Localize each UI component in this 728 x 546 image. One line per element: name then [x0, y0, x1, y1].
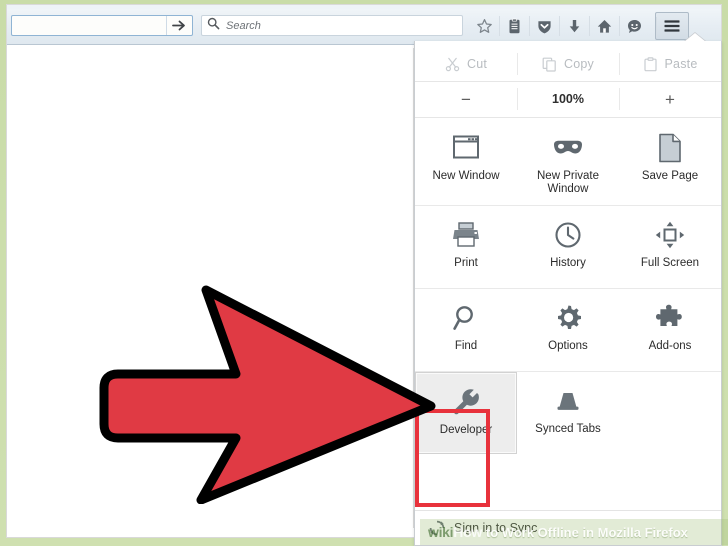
bookmark-star-icon [476, 18, 493, 35]
wrench-icon [452, 385, 480, 419]
puzzle-icon [655, 301, 685, 335]
menu-tile-label: New Window [432, 170, 500, 182]
menu-tile-print[interactable]: Print [415, 206, 517, 288]
menu-tile-full-screen[interactable]: Full Screen [619, 206, 721, 288]
paste-label: Paste [664, 57, 698, 71]
new-window-icon [451, 131, 481, 165]
screenshot-root: Search Cut Copy Paste − 100% + New Windo… [0, 0, 728, 546]
downloads-button[interactable] [559, 12, 589, 40]
hello-icon [626, 18, 643, 35]
edit-controls-row: Cut Copy Paste [415, 47, 721, 82]
page-icon [657, 131, 683, 165]
menu-tile-add-ons[interactable]: Add-ons [619, 289, 721, 371]
menu-tile-label: Add-ons [648, 340, 692, 352]
menu-tile-label: History [550, 257, 586, 269]
menu-tile-new-private-window[interactable]: New Private Window [517, 119, 619, 205]
copy-button[interactable]: Copy [517, 49, 619, 79]
menu-tile-label: New Private Window [537, 170, 599, 195]
menu-tile-save-page[interactable]: Save Page [619, 119, 721, 205]
menu-grid-row: Find Options Add-ons [415, 289, 721, 371]
downloads-icon [566, 18, 583, 35]
fullscreen-icon [655, 218, 685, 252]
zoom-controls-row: − 100% + [415, 81, 721, 118]
search-icon [207, 17, 220, 35]
pocket-button[interactable] [529, 12, 559, 40]
zoom-out-button[interactable]: − [415, 83, 517, 115]
menu-grid-row: New Window New Private Window Save Page [415, 119, 721, 205]
bookmark-star-button[interactable] [469, 12, 499, 40]
menu-tile-label: Print [454, 257, 478, 269]
reading-list-icon [506, 18, 523, 35]
menu-tile-label: Full Screen [640, 257, 700, 269]
menu-tile-synced-tabs[interactable]: Synced Tabs [517, 372, 619, 454]
menu-grid-row: Developer Synced Tabs [415, 372, 721, 454]
firefox-menu-panel: Cut Copy Paste − 100% + New Window New P… [414, 41, 722, 546]
go-button[interactable] [166, 16, 192, 35]
scissors-icon [445, 57, 460, 72]
menu-panel-pointer [684, 33, 706, 42]
wikihow-logo-wiki: wiki [428, 524, 454, 540]
wikihow-logo-how: How [453, 524, 482, 540]
copy-icon [542, 57, 557, 72]
wikihow-watermark: wikiHow to Work Offline in Mozilla Firef… [420, 519, 728, 545]
zoom-in-button[interactable]: + [619, 83, 721, 115]
menu-grid-row: Print History Full Screen [415, 206, 721, 288]
menu-tile-label: Save Page [641, 170, 699, 182]
cut-label: Cut [466, 57, 488, 71]
gear-icon [554, 301, 583, 335]
mask-icon [552, 131, 584, 165]
pocket-icon [536, 18, 553, 35]
search-placeholder: Search [226, 19, 261, 32]
zoom-reset-button[interactable]: 100% [517, 83, 619, 115]
zoom-level-label: 100% [552, 92, 584, 106]
menu-tile-grid: New Window New Private Window Save Page … [415, 119, 721, 454]
synced-tabs-icon [553, 384, 583, 418]
menu-tile-empty [619, 372, 721, 454]
paste-icon [643, 56, 658, 72]
zoom-plus-label: + [665, 89, 675, 109]
clock-icon [554, 218, 582, 252]
hamburger-menu-icon [663, 19, 681, 33]
menu-tile-label: Synced Tabs [535, 423, 601, 435]
menu-tile-history[interactable]: History [517, 206, 619, 288]
zoom-minus-label: − [461, 89, 471, 109]
search-box[interactable]: Search [201, 15, 463, 36]
home-icon [596, 18, 613, 35]
copy-label: Copy [564, 57, 594, 71]
url-input[interactable] [16, 19, 160, 33]
magnifier-icon [452, 301, 480, 335]
red-pointer-arrow [96, 278, 436, 505]
reading-list-button[interactable] [499, 12, 529, 40]
menu-tile-label: Options [548, 340, 588, 352]
wikihow-logo: wikiHow [428, 524, 482, 540]
watermark-text: to Work Offline in Mozilla Firefox [485, 524, 688, 540]
menu-tile-options[interactable]: Options [517, 289, 619, 371]
printer-icon [451, 218, 481, 252]
toolbar-top-strip [7, 5, 721, 9]
url-bar[interactable] [11, 15, 193, 36]
hello-button[interactable] [619, 12, 649, 40]
paste-button[interactable]: Paste [619, 49, 721, 79]
menu-tile-new-window[interactable]: New Window [415, 119, 517, 205]
cut-button[interactable]: Cut [415, 49, 517, 79]
toolbar-button-group [469, 11, 689, 41]
home-button[interactable] [589, 12, 619, 40]
browser-toolbar: Search [7, 5, 721, 45]
